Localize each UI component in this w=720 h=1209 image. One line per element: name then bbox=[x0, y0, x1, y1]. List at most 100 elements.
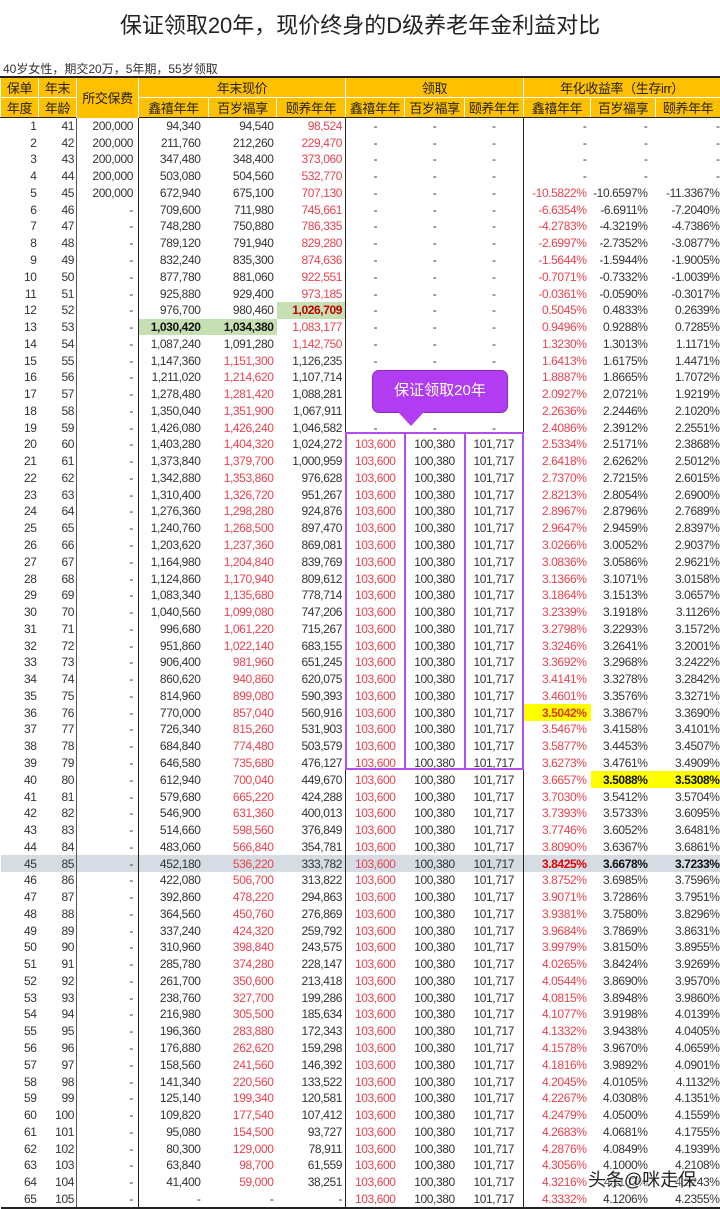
cell-payout-baisui: - bbox=[405, 352, 465, 369]
cell-policy-year: 5 bbox=[1, 185, 39, 202]
cell-age: 82 bbox=[39, 805, 77, 822]
cell-cv-xinxi: 748,280 bbox=[139, 218, 209, 235]
cell-payout-baisui: 100,380 bbox=[405, 553, 465, 570]
cell-payout-yiyang: 101,717 bbox=[465, 620, 524, 637]
cell-policy-year: 13 bbox=[1, 319, 39, 336]
table-row: 1959-1,426,0801,426,2401,046,582---2.408… bbox=[1, 419, 720, 436]
cell-policy-year: 31 bbox=[1, 620, 39, 637]
cell-cv-baisui: 735,680 bbox=[209, 755, 277, 772]
cell-payout-baisui: 100,380 bbox=[405, 1123, 465, 1140]
cell-irr-xinxi: - bbox=[524, 134, 591, 151]
cell-irr-xinxi: 3.4141% bbox=[524, 671, 591, 688]
cell-cv-yiyang: 229,470 bbox=[277, 134, 346, 151]
cell-payout-yiyang: - bbox=[465, 235, 524, 252]
cell-policy-year: 28 bbox=[1, 570, 39, 587]
cell-irr-yiyang: 3.8955% bbox=[656, 939, 720, 956]
cell-payout-baisui: - bbox=[405, 319, 465, 336]
cell-cv-xinxi: 860,620 bbox=[139, 671, 209, 688]
table-row: 1151-925,880929,400973,185----0.0361%-0.… bbox=[1, 285, 720, 302]
cell-premium: - bbox=[77, 1174, 139, 1191]
cell-age: 48 bbox=[39, 235, 77, 252]
cell-cv-baisui: 1,268,500 bbox=[209, 520, 277, 537]
cell-irr-xinxi: 4.1077% bbox=[524, 1006, 591, 1023]
cell-payout-yiyang: - bbox=[465, 285, 524, 302]
cell-cv-xinxi: 1,124,860 bbox=[139, 570, 209, 587]
cell-irr-xinxi: 4.2683% bbox=[524, 1123, 591, 1140]
cell-payout-xinxi: 103,600 bbox=[346, 604, 405, 621]
table-row: 2666-1,203,6201,237,360869,081103,600100… bbox=[1, 537, 720, 554]
cell-cv-yiyang: 243,575 bbox=[277, 939, 346, 956]
cell-irr-xinxi: 3.8752% bbox=[524, 872, 591, 889]
cell-premium: - bbox=[77, 436, 139, 453]
cell-cv-baisui: 212,260 bbox=[209, 134, 277, 151]
cell-cv-xinxi: 832,240 bbox=[139, 252, 209, 269]
cell-policy-year: 63 bbox=[1, 1157, 39, 1174]
cell-payout-yiyang: 101,717 bbox=[465, 738, 524, 755]
cell-irr-baisui: 3.3576% bbox=[591, 688, 656, 705]
cell-cv-xinxi: 364,560 bbox=[139, 905, 209, 922]
cell-cv-yiyang: 839,769 bbox=[277, 553, 346, 570]
subtitle: 40岁女性，期交20万，5年期，55岁领取 bbox=[3, 60, 218, 77]
cell-irr-xinxi: 3.5467% bbox=[524, 721, 591, 738]
cell-irr-yiyang: 2.8397% bbox=[656, 520, 720, 537]
cell-payout-xinxi: - bbox=[346, 419, 405, 436]
cell-cv-yiyang: 1,126,235 bbox=[277, 352, 346, 369]
cell-payout-baisui: 100,380 bbox=[405, 805, 465, 822]
cell-irr-baisui: 2.8054% bbox=[591, 486, 656, 503]
cell-cv-baisui: 504,560 bbox=[209, 168, 277, 185]
cell-payout-yiyang: 101,717 bbox=[465, 788, 524, 805]
cell-cv-xinxi: 95,080 bbox=[139, 1123, 209, 1140]
cell-cv-yiyang: 715,267 bbox=[277, 620, 346, 637]
cell-policy-year: 29 bbox=[1, 587, 39, 604]
cell-payout-baisui: 100,380 bbox=[405, 1157, 465, 1174]
cell-premium: - bbox=[77, 1123, 139, 1140]
cell-cv-baisui: 129,000 bbox=[209, 1140, 277, 1157]
cell-cv-yiyang: 354,781 bbox=[277, 838, 346, 855]
cell-policy-year: 36 bbox=[1, 704, 39, 721]
cell-premium: - bbox=[77, 905, 139, 922]
cell-age: 102 bbox=[39, 1140, 77, 1157]
cell-payout-baisui: 100,380 bbox=[405, 604, 465, 621]
cell-age: 68 bbox=[39, 570, 77, 587]
cell-payout-yiyang: - bbox=[465, 252, 524, 269]
cell-cv-xinxi: 176,880 bbox=[139, 1040, 209, 1057]
cell-cv-yiyang: 560,916 bbox=[277, 704, 346, 721]
cell-irr-xinxi: 4.0815% bbox=[524, 989, 591, 1006]
cell-irr-xinxi: 2.8967% bbox=[524, 503, 591, 520]
cell-payout-baisui: 100,380 bbox=[405, 956, 465, 973]
cell-payout-baisui: 100,380 bbox=[405, 1174, 465, 1191]
cell-irr-yiyang: 2.3868% bbox=[656, 436, 720, 453]
cell-age: 93 bbox=[39, 989, 77, 1006]
table-row: 4181-579,680665,220424,288103,600100,380… bbox=[1, 788, 720, 805]
cell-premium: - bbox=[77, 805, 139, 822]
cell-cv-baisui: 177,540 bbox=[209, 1107, 277, 1124]
cell-irr-yiyang: 2.1020% bbox=[656, 403, 720, 420]
cell-irr-baisui: 3.9438% bbox=[591, 1023, 656, 1040]
cell-cv-yiyang: 924,876 bbox=[277, 503, 346, 520]
cell-irr-baisui: 3.8150% bbox=[591, 939, 656, 956]
cell-irr-xinxi: 3.5877% bbox=[524, 738, 591, 755]
cell-irr-yiyang: 4.1132% bbox=[656, 1073, 720, 1090]
cell-age: 70 bbox=[39, 604, 77, 621]
cell-payout-xinxi: 103,600 bbox=[346, 520, 405, 537]
cell-policy-year: 16 bbox=[1, 369, 39, 386]
cell-payout-yiyang: 101,717 bbox=[465, 872, 524, 889]
cell-irr-baisui: 3.4453% bbox=[591, 738, 656, 755]
cell-irr-baisui: 2.0721% bbox=[591, 386, 656, 403]
cell-cv-yiyang: 745,661 bbox=[277, 201, 346, 218]
cell-payout-yiyang: 101,717 bbox=[465, 604, 524, 621]
cell-payout-xinxi: 103,600 bbox=[346, 654, 405, 671]
cell-payout-baisui: 100,380 bbox=[405, 889, 465, 906]
cell-premium: - bbox=[77, 872, 139, 889]
cell-cv-yiyang: 503,579 bbox=[277, 738, 346, 755]
header-cv-product-3: 颐养年年 bbox=[277, 98, 346, 118]
cell-age: 45 bbox=[39, 185, 77, 202]
cell-payout-baisui: 100,380 bbox=[405, 1073, 465, 1090]
cell-irr-baisui: 1.6175% bbox=[591, 352, 656, 369]
cell-premium: - bbox=[77, 1107, 139, 1124]
comparison-table: 保单 年末 所交保费 年末现价 领取 年化收益率（生存irr） 年度 年龄 鑫禧… bbox=[0, 76, 720, 1209]
cell-cv-yiyang: 869,081 bbox=[277, 537, 346, 554]
cell-irr-yiyang: 0.7285% bbox=[656, 319, 720, 336]
cell-payout-yiyang: 101,717 bbox=[465, 939, 524, 956]
cell-payout-xinxi: - bbox=[346, 168, 405, 185]
